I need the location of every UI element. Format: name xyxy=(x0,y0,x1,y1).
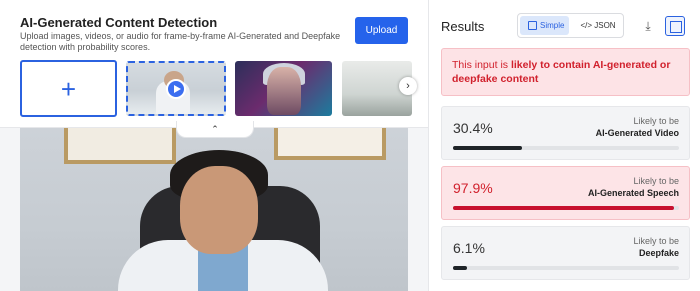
chevron-right-icon[interactable]: › xyxy=(399,77,417,95)
json-mode-button[interactable]: </> JSON xyxy=(574,16,622,35)
download-icon[interactable]: ⤓ xyxy=(641,19,655,33)
score-label: Deepfake xyxy=(638,248,679,258)
add-media-button[interactable]: + xyxy=(20,60,117,117)
layout-icon[interactable] xyxy=(665,16,685,36)
score-bar-track xyxy=(453,146,679,150)
score-label: AI-Generated Speech xyxy=(587,188,679,198)
score-caption: Likely to be xyxy=(633,116,679,126)
face xyxy=(180,166,258,254)
collapse-button[interactable]: ⌃ xyxy=(176,121,254,138)
chevron-up-icon: ⌃ xyxy=(211,124,219,134)
score-caption: Likely to be xyxy=(633,236,679,246)
wall-certificate xyxy=(274,128,386,160)
thumbnail-strip: + xyxy=(20,60,428,117)
score-bar-fill xyxy=(453,146,522,150)
simple-mode-button[interactable]: Simple xyxy=(520,16,569,35)
score-bar-track xyxy=(453,266,679,270)
verdict-banner: This input is likely to contain AI-gener… xyxy=(441,48,690,96)
score-bar-fill xyxy=(453,266,467,270)
verdict-prefix: This input is xyxy=(452,59,511,71)
score-bar-track xyxy=(453,206,679,210)
score-card-deepfake: 6.1% Likely to be Deepfake xyxy=(441,226,690,280)
view-mode-toggle: Simple </> JSON xyxy=(517,13,624,38)
results-pane: Results Simple </> JSON ⤓ This input is … xyxy=(428,0,700,291)
score-bar-fill xyxy=(453,206,675,210)
score-label: AI-Generated Video xyxy=(595,128,679,138)
score-percent: 6.1% xyxy=(453,240,485,256)
score-caption: Likely to be xyxy=(633,176,679,186)
thumbnail-cyber-woman[interactable] xyxy=(235,61,332,116)
play-icon xyxy=(166,79,186,99)
plus-icon: + xyxy=(60,73,77,104)
score-card-video: 30.4% Likely to be AI-Generated Video xyxy=(441,106,690,160)
video-preview[interactable] xyxy=(20,128,408,291)
upload-button[interactable]: Upload xyxy=(355,17,408,44)
simple-mode-label: Simple xyxy=(540,21,565,30)
upload-pane: AI-Generated Content Detection Upload im… xyxy=(0,0,428,291)
score-percent: 97.9% xyxy=(453,180,493,196)
upload-header: AI-Generated Content Detection Upload im… xyxy=(0,0,428,128)
grid-icon xyxy=(528,21,537,30)
page-subtitle: Upload images, videos, or audio for fram… xyxy=(20,31,341,52)
thumbnail-doctor-video[interactable] xyxy=(126,61,226,116)
thumbnail-face xyxy=(267,67,301,115)
score-percent: 30.4% xyxy=(453,120,493,136)
results-title: Results xyxy=(441,19,485,34)
wall-certificate xyxy=(64,128,176,164)
score-card-speech: 97.9% Likely to be AI-Generated Speech xyxy=(441,166,690,220)
page-title: AI-Generated Content Detection xyxy=(20,15,218,30)
